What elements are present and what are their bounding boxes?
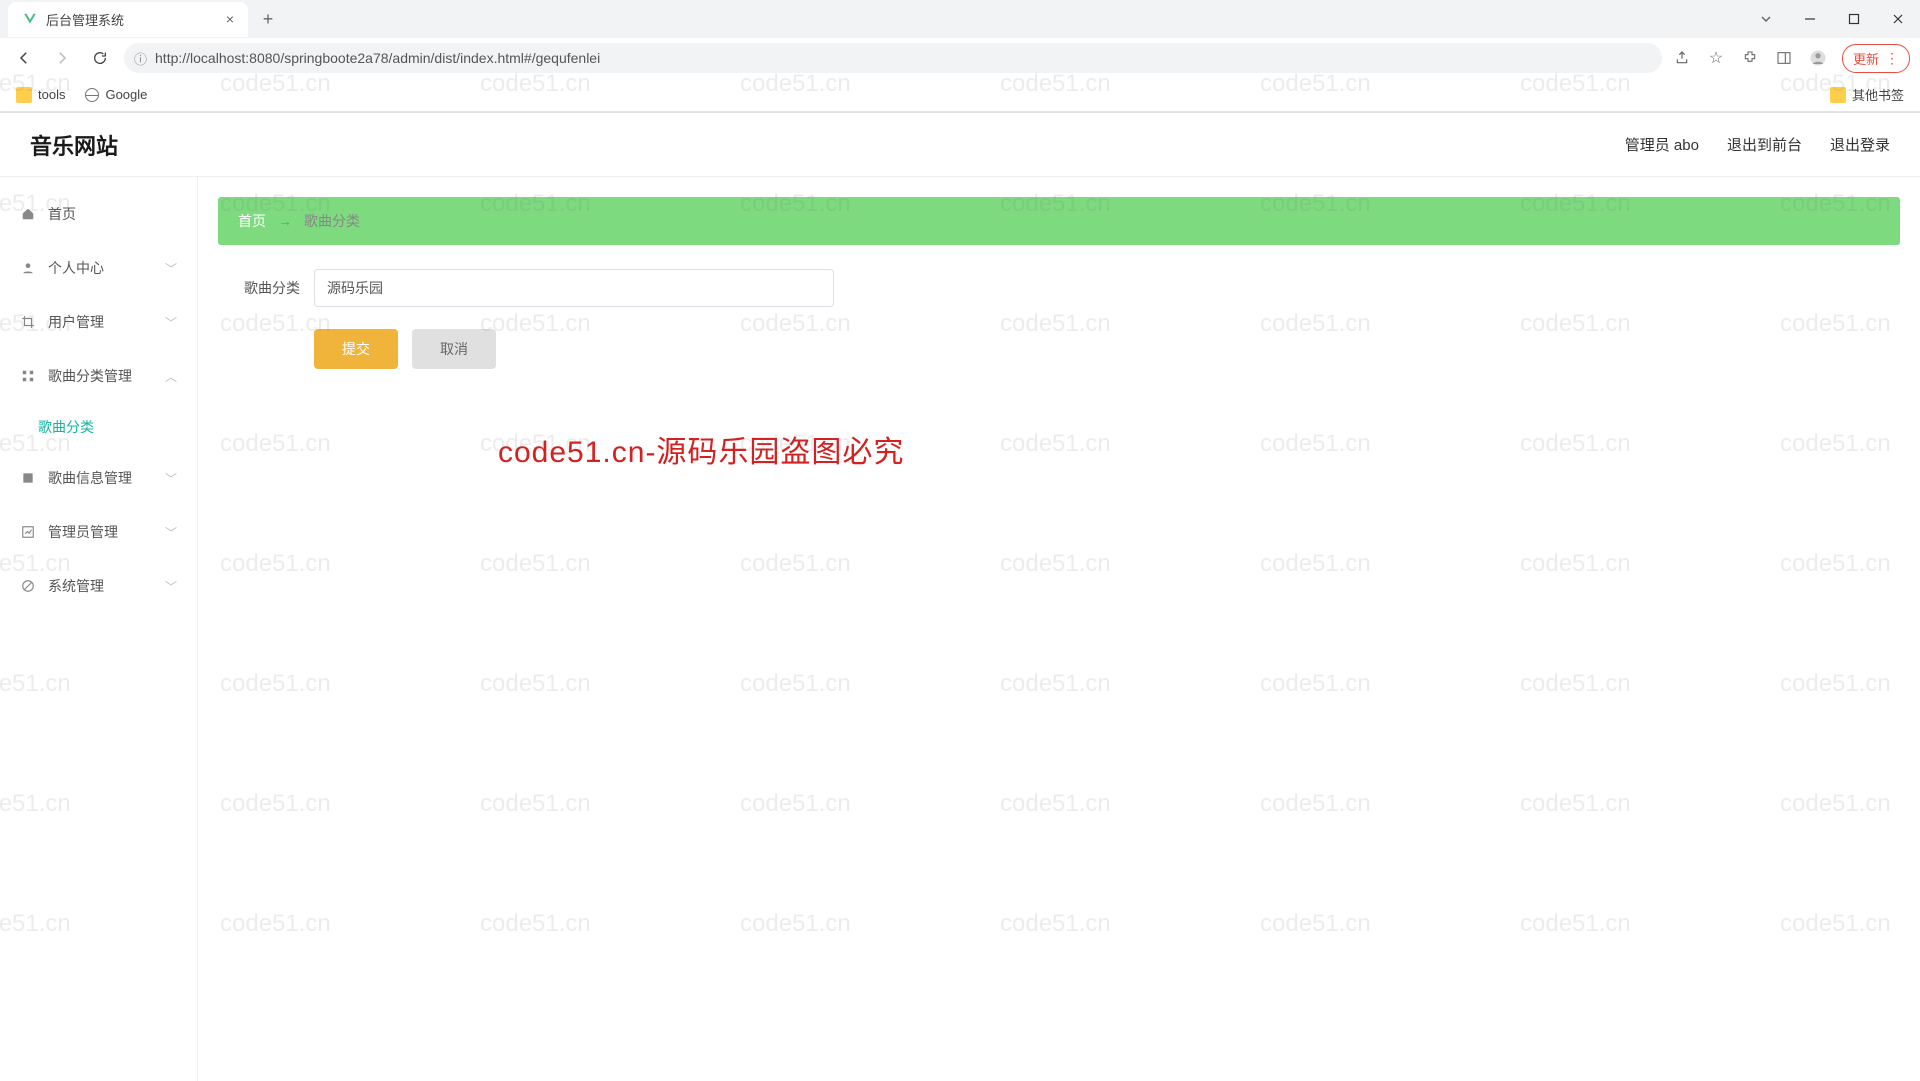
breadcrumb-home[interactable]: 首页 [238,211,266,231]
maximize-icon[interactable] [1832,0,1876,38]
bookmark-google[interactable]: Google [85,87,147,102]
chevron-down-icon: ﹀ [165,260,177,277]
breadcrumb: 首页 → 歌曲分类 [218,197,1900,245]
cancel-button[interactable]: 取消 [412,329,496,369]
logout-link[interactable]: 退出登录 [1830,134,1890,155]
app-header: 音乐网站 管理员 abo 退出到前台 退出登录 [0,113,1920,177]
address-bar: ⓘ http://localhost:8080/springboote2a78/… [0,38,1920,78]
chevron-down-icon: ﹀ [165,524,177,541]
exit-front-link[interactable]: 退出到前台 [1727,134,1802,155]
sidebar-label: 管理员管理 [48,522,118,542]
chart-icon [20,524,36,540]
app-layout: 首页 个人中心 ﹀ 用户管理 ﹀ 歌曲分类管理 ︿ 歌曲分类 歌曲信息管理 ﹀ … [0,177,1920,1081]
watermark-notice: code51.cn-源码乐园盗图必究 [498,427,904,471]
globe-icon [85,88,99,102]
sidebar-item-home[interactable]: 首页 [0,187,197,241]
admin-label[interactable]: 管理员 abo [1625,134,1699,155]
minimize-icon[interactable] [1788,0,1832,38]
sidebar-label: 用户管理 [48,312,104,332]
forward-button[interactable] [48,44,76,72]
site-info-icon[interactable]: ⓘ [134,49,147,68]
form-label-category: 歌曲分类 [238,278,300,298]
home-icon [20,206,36,222]
submit-button[interactable]: 提交 [314,329,398,369]
sidebar-item-user-mgmt[interactable]: 用户管理 ﹀ [0,295,197,349]
update-button[interactable]: 更新⋮ [1842,44,1910,73]
menu-dots-icon: ⋮ [1885,50,1899,67]
chevron-up-icon: ︿ [165,368,177,385]
share-icon[interactable] [1672,48,1692,68]
vue-favicon-icon [22,11,38,27]
song-category-input[interactable] [314,269,834,307]
browser-chrome: 后台管理系统 × + ⓘ http://localhost:8080/sprin… [0,0,1920,113]
sidebar-item-admin-mgmt[interactable]: 管理员管理 ﹀ [0,505,197,559]
form-buttons: 提交 取消 [218,329,1900,369]
breadcrumb-arrow-icon: → [278,213,292,229]
tab-strip: 后台管理系统 × + [0,0,1920,38]
breadcrumb-current: 歌曲分类 [304,211,360,231]
back-button[interactable] [10,44,38,72]
sidebar-subitem-song-cat[interactable]: 歌曲分类 [0,403,197,451]
form-row-category: 歌曲分类 [218,269,1900,307]
caret-down-icon[interactable] [1744,0,1788,38]
main-content: 首页 → 歌曲分类 歌曲分类 提交 取消 code51.cn-源码乐园盗图必究 [198,177,1920,1081]
chevron-down-icon: ﹀ [165,470,177,487]
window-controls [1744,0,1920,38]
chevron-down-icon: ﹀ [165,578,177,595]
new-tab-button[interactable]: + [254,5,282,33]
extensions-icon[interactable] [1740,48,1760,68]
grid-icon [20,368,36,384]
bookmark-tools[interactable]: tools [16,87,65,103]
sidebar-label: 歌曲分类管理 [48,366,132,386]
reload-button[interactable] [86,44,114,72]
sidebar-label: 歌曲分类 [38,417,94,437]
chevron-down-icon: ﹀ [165,314,177,331]
user-icon [20,260,36,276]
tab-close-icon[interactable]: × [226,11,234,27]
sidebar-label: 个人中心 [48,258,104,278]
browser-tab[interactable]: 后台管理系统 × [8,2,248,37]
bookmarks-bar: tools Google 其他书签 [0,78,1920,112]
folder-icon [1830,87,1846,103]
sidebar-label: 系统管理 [48,576,104,596]
sidebar-item-sys-mgmt[interactable]: 系统管理 ﹀ [0,559,197,613]
crop-icon [20,314,36,330]
sidebar-item-song-cat-mgmt[interactable]: 歌曲分类管理 ︿ [0,349,197,403]
sidepanel-icon[interactable] [1774,48,1794,68]
block-icon [20,578,36,594]
tab-title: 后台管理系统 [46,10,124,29]
star-icon[interactable]: ☆ [1706,48,1726,68]
sidebar: 首页 个人中心 ﹀ 用户管理 ﹀ 歌曲分类管理 ︿ 歌曲分类 歌曲信息管理 ﹀ … [0,177,198,1081]
profile-icon[interactable] [1808,48,1828,68]
app-title: 音乐网站 [30,129,118,161]
url-input[interactable]: ⓘ http://localhost:8080/springboote2a78/… [124,43,1662,73]
folder-icon [16,87,32,103]
url-text: http://localhost:8080/springboote2a78/ad… [155,50,600,66]
sidebar-label: 歌曲信息管理 [48,468,132,488]
bookmark-other[interactable]: 其他书签 [1830,85,1904,104]
music-icon [20,470,36,486]
sidebar-item-song-info-mgmt[interactable]: 歌曲信息管理 ﹀ [0,451,197,505]
sidebar-item-personal[interactable]: 个人中心 ﹀ [0,241,197,295]
sidebar-label: 首页 [48,204,76,224]
close-icon[interactable] [1876,0,1920,38]
